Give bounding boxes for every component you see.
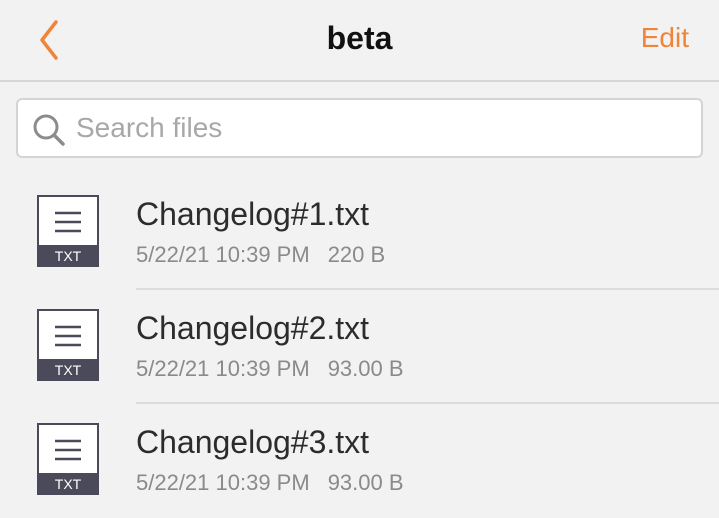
file-size: 93.00 B bbox=[327, 356, 404, 381]
file-name: Changelog#3.txt bbox=[136, 424, 370, 460]
text-file-icon: TXT bbox=[37, 309, 99, 381]
search-box[interactable] bbox=[16, 98, 703, 158]
text-file-icon: TXT bbox=[37, 423, 99, 495]
file-size: 93.00 B bbox=[327, 470, 404, 495]
file-row[interactable]: TXT Changelog#2.txt 5/22/21 10:39 PM 93.0… bbox=[0, 290, 719, 404]
file-meta: 5/22/21 10:39 PM 220 B bbox=[136, 242, 385, 268]
file-date: 5/22/21 10:39 PM bbox=[136, 356, 310, 381]
file-type-label: TXT bbox=[55, 362, 82, 378]
file-type-label: TXT bbox=[55, 248, 82, 264]
file-meta: 5/22/21 10:39 PM 93.00 B bbox=[136, 356, 404, 382]
search-input[interactable] bbox=[76, 106, 686, 150]
file-name: Changelog#2.txt bbox=[136, 310, 370, 346]
file-date: 5/22/21 10:39 PM bbox=[136, 470, 310, 495]
search-icon bbox=[33, 114, 65, 146]
file-meta: 5/22/21 10:39 PM 93.00 B bbox=[136, 470, 404, 496]
navigation-bar: beta Edit bbox=[0, 0, 719, 82]
search-bar-container bbox=[0, 82, 719, 176]
text-file-icon: TXT bbox=[37, 195, 99, 267]
file-date: 5/22/21 10:39 PM bbox=[136, 242, 310, 267]
page-title: beta bbox=[326, 20, 393, 56]
file-name: Changelog#1.txt bbox=[136, 196, 370, 232]
edit-button[interactable]: Edit bbox=[641, 22, 689, 54]
file-list: TXT Changelog#1.txt 5/22/21 10:39 PM 220 … bbox=[0, 176, 719, 510]
chevron-left-icon bbox=[40, 20, 58, 60]
back-button[interactable] bbox=[30, 18, 70, 62]
file-size: 220 B bbox=[327, 242, 386, 267]
file-row[interactable]: TXT Changelog#1.txt 5/22/21 10:39 PM 220 … bbox=[0, 176, 719, 290]
file-row[interactable]: TXT Changelog#3.txt 5/22/21 10:39 PM 93.0… bbox=[0, 404, 719, 518]
file-type-label: TXT bbox=[55, 476, 82, 492]
